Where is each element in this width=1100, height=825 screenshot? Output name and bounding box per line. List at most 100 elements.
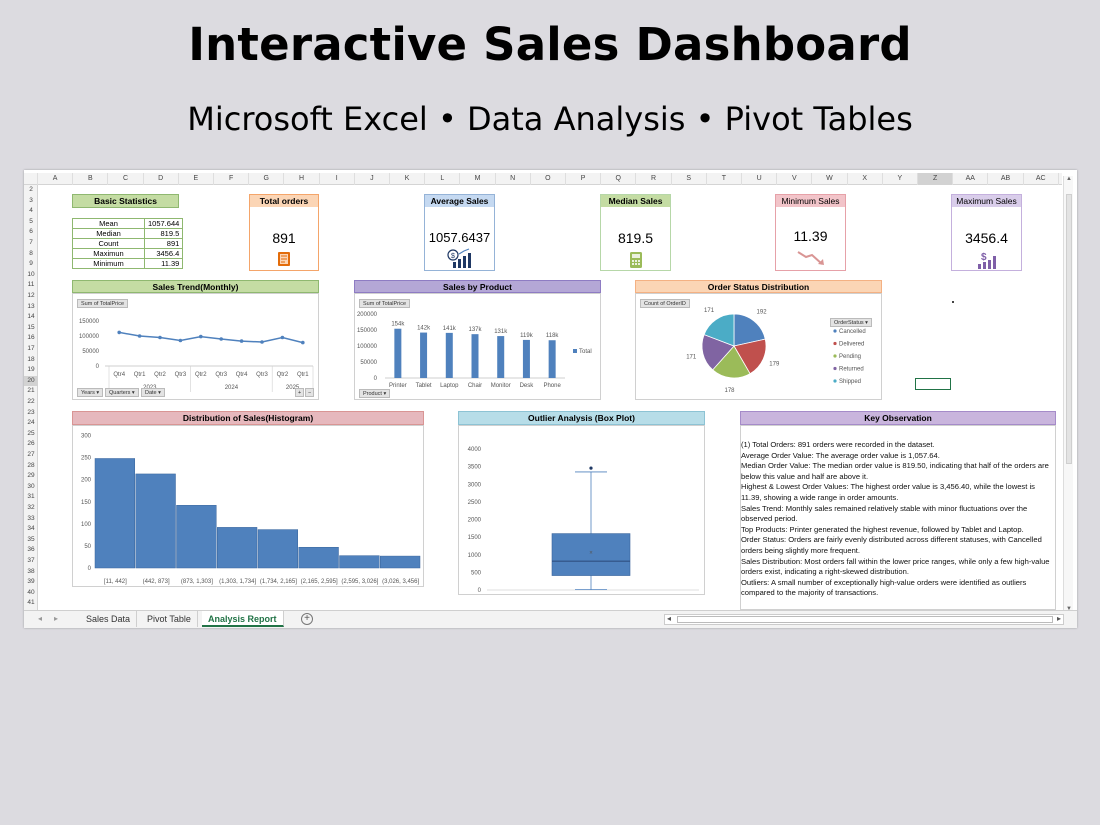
row-header[interactable]: 3 (24, 196, 38, 206)
select-all-corner[interactable] (24, 173, 38, 185)
product-filter-button[interactable]: Product ▾ (359, 389, 391, 398)
column-header[interactable]: AC (1024, 173, 1059, 185)
column-header[interactable]: Y (883, 173, 918, 185)
row-header[interactable]: 8 (24, 249, 38, 259)
order-status-filter-button[interactable]: OrderStatus ▾ (830, 318, 872, 327)
sales-by-product-panel: Sum of TotalPrice 0 50000 100000 150000 2000… (354, 293, 601, 400)
stats-value: 891 (143, 238, 184, 249)
svg-text:$: $ (981, 252, 987, 263)
row-header[interactable]: 36 (24, 545, 38, 555)
row-header[interactable]: 20 (24, 375, 38, 386)
row-header[interactable]: 26 (24, 439, 38, 449)
column-header[interactable]: N (496, 173, 531, 185)
row-header[interactable]: 23 (24, 408, 38, 418)
row-header[interactable]: 28 (24, 461, 38, 471)
row-header[interactable]: 33 (24, 514, 38, 524)
row-header[interactable]: 40 (24, 588, 38, 598)
horizontal-scrollbar[interactable]: ◂ ▸ (664, 614, 1064, 625)
column-header[interactable]: E (179, 173, 214, 185)
column-header[interactable]: Q (601, 173, 637, 185)
row-header[interactable]: 7 (24, 238, 38, 248)
column-header[interactable]: P (566, 173, 602, 185)
column-header[interactable]: M (460, 173, 496, 185)
row-header[interactable]: 30 (24, 482, 38, 492)
row-header[interactable]: 19 (24, 365, 38, 375)
selected-cell[interactable] (915, 378, 951, 390)
row-header[interactable]: 16 (24, 333, 38, 343)
tab-analysis-report[interactable]: Analysis Report (202, 611, 284, 627)
row-header[interactable]: 24 (24, 418, 38, 428)
column-header[interactable]: V (777, 173, 813, 185)
row-header[interactable]: 35 (24, 535, 38, 545)
column-header[interactable]: O (531, 173, 566, 185)
row-header[interactable]: 27 (24, 450, 38, 460)
column-header[interactable]: G (249, 173, 285, 185)
row-header[interactable]: 13 (24, 302, 38, 312)
scroll-left-icon[interactable]: ◂ (667, 614, 671, 623)
column-header[interactable]: I (320, 173, 355, 185)
column-header[interactable]: C (108, 173, 144, 185)
column-header[interactable]: B (73, 173, 109, 185)
row-header[interactable]: 9 (24, 259, 38, 269)
row-header[interactable]: 25 (24, 429, 38, 439)
column-header[interactable]: A (38, 173, 74, 185)
scroll-right-icon[interactable]: ▸ (1057, 614, 1061, 623)
calculator-icon (601, 251, 670, 274)
row-header[interactable]: 34 (24, 524, 38, 534)
scroll-up-icon[interactable]: ▲ (1064, 176, 1074, 182)
y-tick-label: 200 (81, 478, 92, 484)
tab-scroll-right-icon[interactable]: ▸ (54, 614, 58, 623)
column-header[interactable]: H (284, 173, 320, 185)
column-header[interactable]: Z (918, 173, 954, 185)
column-header[interactable]: L (425, 173, 461, 185)
row-header[interactable]: 2 (24, 185, 38, 195)
column-header[interactable]: R (636, 173, 672, 185)
row-header[interactable]: 39 (24, 577, 38, 587)
row-header[interactable]: 37 (24, 556, 38, 566)
quarters-filter-button[interactable]: Quarters ▾ (105, 388, 139, 397)
observation-line: (1) Total Orders: 891 orders were record… (741, 440, 935, 449)
row-header[interactable]: 31 (24, 492, 38, 502)
row-header[interactable]: 15 (24, 323, 38, 333)
column-header[interactable]: J (355, 173, 390, 185)
column-header[interactable]: U (742, 173, 778, 185)
row-header[interactable]: 38 (24, 567, 38, 577)
row-header[interactable]: 21 (24, 386, 38, 396)
collapse-field-button[interactable]: − (305, 388, 315, 397)
horizontal-scroll-thumb[interactable] (677, 616, 1053, 623)
column-header[interactable]: W (812, 173, 848, 185)
column-header[interactable]: D (144, 173, 179, 185)
row-header[interactable]: 18 (24, 355, 38, 365)
row-header[interactable]: 4 (24, 206, 38, 216)
row-header[interactable]: 10 (24, 270, 38, 280)
row-header[interactable]: 6 (24, 227, 38, 237)
row-header[interactable]: 22 (24, 397, 38, 407)
expand-field-button[interactable]: + (295, 388, 305, 397)
column-header[interactable]: F (214, 173, 250, 185)
row-header[interactable]: 5 (24, 217, 38, 227)
row-header[interactable]: 11 (24, 280, 38, 290)
x-tick-label: Qtr2 (195, 372, 207, 378)
row-header[interactable]: 12 (24, 291, 38, 301)
row-header[interactable]: 29 (24, 471, 38, 481)
row-header[interactable]: 14 (24, 312, 38, 322)
vertical-scroll-thumb[interactable] (1066, 194, 1072, 464)
column-header[interactable]: S (672, 173, 707, 185)
row-header[interactable]: 32 (24, 503, 38, 513)
column-header[interactable]: AA (953, 173, 989, 185)
data-point (301, 340, 305, 345)
column-header[interactable]: T (707, 173, 742, 185)
row-header[interactable]: 17 (24, 344, 38, 354)
date-filter-button[interactable]: Date ▾ (141, 388, 165, 397)
column-header[interactable]: X (848, 173, 883, 185)
column-header[interactable]: K (390, 173, 426, 185)
add-sheet-icon[interactable]: + (301, 613, 313, 625)
years-filter-button[interactable]: Years ▾ (77, 388, 104, 397)
boxplot-chart: 05001000150020002500300035004000×1 (468, 447, 699, 602)
vertical-scrollbar[interactable]: ▲ ▼ (1063, 176, 1073, 612)
tab-pivot-table[interactable]: Pivot Table (141, 611, 198, 627)
tab-scroll-left-icon[interactable]: ◂ (38, 614, 42, 623)
tab-sales-data[interactable]: Sales Data (80, 611, 138, 627)
column-header[interactable]: AB (988, 173, 1024, 185)
row-header[interactable]: 41 (24, 598, 38, 608)
